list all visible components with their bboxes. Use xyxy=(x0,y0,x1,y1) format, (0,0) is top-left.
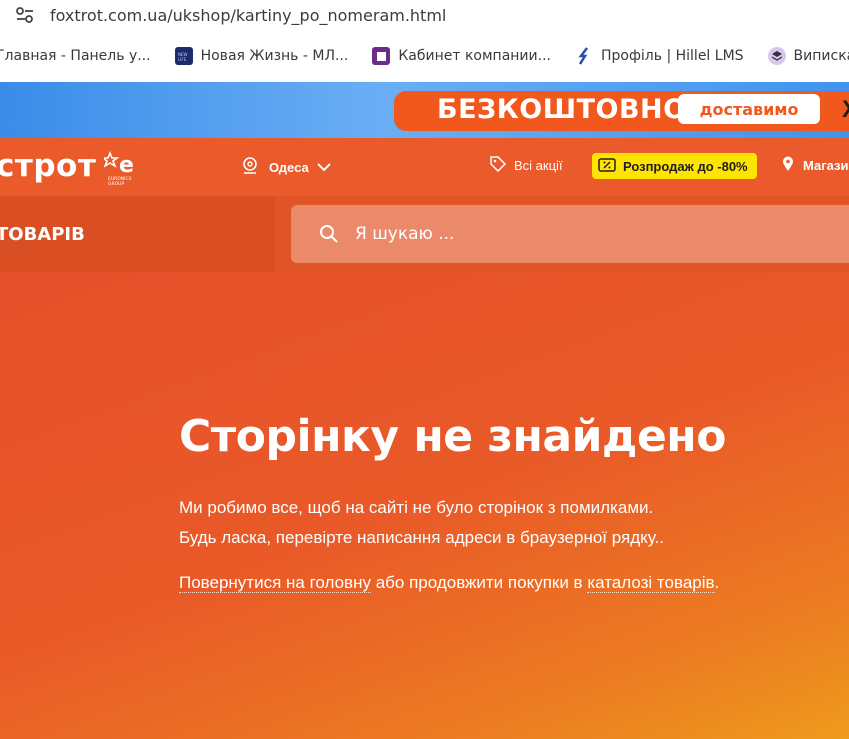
catalog-label: ТОВАРІВ xyxy=(0,224,85,245)
city-label: Одеса xyxy=(269,160,309,175)
map-pin-icon xyxy=(782,156,794,175)
search-input[interactable]: Я шукаю ... xyxy=(355,224,454,244)
hillel-icon xyxy=(575,47,593,65)
city-selector[interactable]: Одеса xyxy=(240,156,331,179)
message-line: Будь ласка, перевірте написання адреси в… xyxy=(179,528,665,547)
message-line: Ми робимо все, щоб на сайті не було стор… xyxy=(179,498,654,517)
square-icon xyxy=(372,47,391,65)
suggestion-end: . xyxy=(714,573,720,592)
error-message: Ми робимо все, щоб на сайті не було стор… xyxy=(179,493,799,553)
site-header: строт e EURONICS GROUP Одеса Всі акції Р… xyxy=(0,138,849,196)
svg-text:e: e xyxy=(119,153,134,178)
catalog-button[interactable]: ТОВАРІВ xyxy=(0,196,275,272)
bookmark-item[interactable]: NEW LIFE Новая Жизнь - МЛ... xyxy=(174,47,349,65)
bookmarks-bar: Главная - Панель у... NEW LIFE Новая Жизн… xyxy=(0,30,849,82)
svg-text:GROUP: GROUP xyxy=(108,181,124,186)
stores-link[interactable]: Магази xyxy=(782,156,848,175)
bookmark-item[interactable]: Главная - Панель у... xyxy=(0,48,151,64)
bookmark-label: Главная - Панель у... xyxy=(0,48,151,64)
layers-icon xyxy=(767,47,786,65)
site-settings-icon[interactable] xyxy=(14,4,36,26)
discount-ticket-icon xyxy=(598,157,616,175)
bookmark-item[interactable]: Кабинет компании... xyxy=(372,47,551,65)
newlife-icon: NEW LIFE xyxy=(174,47,193,65)
sale-badge[interactable]: Розпродаж до -80% xyxy=(592,153,757,179)
bookmark-label: Виписка оцін xyxy=(793,48,849,64)
search-icon xyxy=(319,224,339,244)
bookmark-item[interactable]: Профіль | Hillel LMS xyxy=(575,47,744,65)
euronics-logo-icon: e EURONICS GROUP xyxy=(100,150,144,187)
navigation-suggestion: Повернутися на головну або продовжити по… xyxy=(179,568,779,598)
bookmark-label: Новая Жизнь - МЛ... xyxy=(200,48,349,64)
bookmark-label: Профіль | Hillel LMS xyxy=(600,48,744,64)
chevron-down-icon xyxy=(317,160,331,175)
bookmark-label: Кабинет компании... xyxy=(398,48,551,64)
page-title: Сторінку не знайдено xyxy=(179,411,726,462)
suggestion-text: або продовжити покупки в xyxy=(370,573,588,592)
stores-label: Магази xyxy=(803,158,849,173)
tag-icon xyxy=(490,156,507,175)
svg-text:LIFE: LIFE xyxy=(178,57,187,61)
home-link[interactable]: Повернутися на головну xyxy=(179,573,371,593)
logo-text[interactable]: строт xyxy=(0,148,96,184)
promo-banner[interactable]: БЕЗКОШТОВНО доставимо Х xyxy=(0,82,849,138)
url-text[interactable]: foxtrot.com.ua/ukshop/kartiny_po_nomeram… xyxy=(50,6,446,25)
promo-delivery-button[interactable]: доставимо xyxy=(678,94,820,124)
catalog-link[interactable]: каталозі товарів xyxy=(587,573,715,593)
promo-tail-text: Х xyxy=(842,96,849,124)
search-bar[interactable]: Я шукаю ... xyxy=(291,205,849,263)
location-icon xyxy=(240,156,260,179)
promotions-label: Всі акції xyxy=(514,158,563,173)
promo-headline: БЕЗКОШТОВНО xyxy=(437,94,687,125)
bookmark-item[interactable]: Виписка оцін xyxy=(767,47,849,65)
all-promotions-link[interactable]: Всі акції xyxy=(490,156,563,175)
address-bar[interactable]: foxtrot.com.ua/ukshop/kartiny_po_nomeram… xyxy=(0,0,849,30)
sale-label: Розпродаж до -80% xyxy=(623,158,748,174)
